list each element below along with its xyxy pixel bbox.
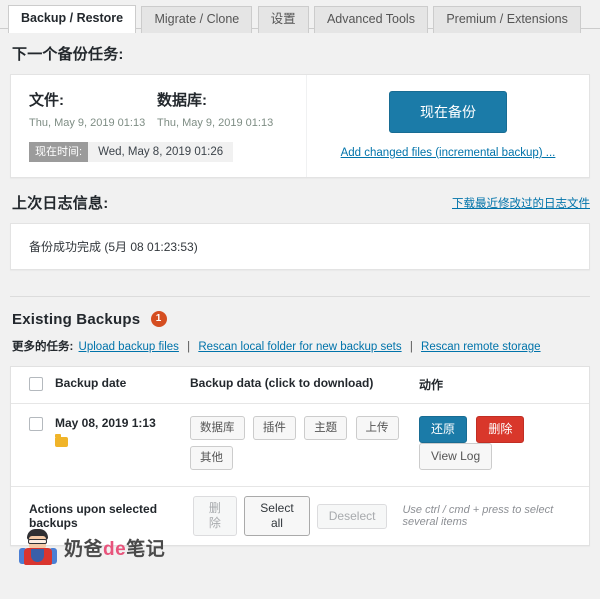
tab-settings[interactable]: 设置 (257, 6, 309, 33)
bulk-delete-button[interactable]: 删除 (192, 496, 238, 536)
existing-backups-heading: Existing Backups 1 (10, 297, 590, 338)
database-next-date: Thu, May 9, 2019 01:13 (157, 117, 274, 129)
rescan-local-folder-link[interactable]: Rescan local folder for new backup sets (198, 341, 401, 353)
bulk-actions-bar: Actions upon selected backups 删除 Select … (11, 486, 589, 545)
tab-migrate-clone[interactable]: Migrate / Clone (141, 6, 253, 33)
last-log-message-box: 备份成功完成 (5月 08 01:23:53) (10, 223, 590, 270)
last-log-heading: 上次日志信息: (12, 195, 109, 212)
incremental-backup-link[interactable]: Add changed files (incremental backup) .… (317, 147, 579, 159)
more-tasks-separator-2: | (409, 341, 413, 353)
column-header-backup-data: Backup data (click to download) (190, 376, 374, 390)
more-tasks-label: 更多的任务: (12, 341, 74, 353)
tab-advanced-tools[interactable]: Advanced Tools (313, 6, 428, 33)
next-backup-action-panel: 现在备份 Add changed files (incremental back… (307, 75, 589, 177)
row-select-cell (11, 416, 55, 434)
tab-bar: Backup / Restore Migrate / Clone 设置 Adva… (0, 0, 600, 33)
backup-date-value: May 08, 2019 1:13 (55, 416, 156, 430)
folder-icon (55, 434, 68, 447)
download-latest-log-link[interactable]: 下载最近修改过的日志文件 (452, 195, 590, 223)
files-label: 文件: (29, 92, 64, 109)
row-backup-data-cell: 数据库 插件 主题 上传 其他 (190, 416, 419, 476)
current-time-label: 现在时间: (29, 142, 89, 162)
row-actions-cell: 还原 删除 View Log (419, 416, 589, 470)
next-backup-card: 文件: Thu, May 9, 2019 01:13 数据库: Thu, May… (10, 74, 590, 178)
existing-backups-count-badge: 1 (150, 311, 167, 327)
deselect-button[interactable]: Deselect (316, 503, 388, 529)
existing-backups-table: Backup date Backup data (click to downlo… (10, 366, 590, 546)
download-uploads-button[interactable]: 上传 (355, 416, 399, 440)
last-log-section: 上次日志信息: 下载最近修改过的日志文件 备份成功完成 (5月 08 01:23… (0, 178, 600, 270)
select-all-header-cell (11, 376, 55, 394)
database-label: 数据库: (157, 92, 207, 109)
download-database-button[interactable]: 数据库 (190, 416, 245, 440)
tab-backup-restore[interactable]: Backup / Restore (8, 5, 137, 33)
next-backup-schedule-panel: 文件: Thu, May 9, 2019 01:13 数据库: Thu, May… (11, 75, 307, 177)
download-themes-button[interactable]: 主题 (304, 416, 348, 440)
column-header-actions: 动作 (419, 378, 444, 392)
tab-premium-extensions[interactable]: Premium / Extensions (433, 6, 581, 33)
restore-button[interactable]: 还原 (419, 416, 468, 443)
rescan-remote-storage-link[interactable]: Rescan remote storage (421, 341, 541, 353)
database-schedule-column: 数据库: Thu, May 9, 2019 01:13 (157, 89, 285, 130)
last-log-header-row: 上次日志信息: 下载最近修改过的日志文件 (10, 178, 590, 223)
files-schedule-column: 文件: Thu, May 9, 2019 01:13 (29, 89, 157, 130)
current-time-row: 现在时间: Wed, May 8, 2019 01:26 (29, 142, 234, 162)
select-all-checkbox[interactable] (29, 377, 43, 391)
column-header-backup-date: Backup date (55, 376, 127, 390)
table-row: May 08, 2019 1:13 数据库 插件 主题 上传 其他 还原 删除 … (11, 404, 589, 486)
more-tasks-row: 更多的任务: Upload backup files | Rescan loca… (10, 338, 590, 366)
row-checkbox[interactable] (29, 417, 43, 431)
upload-backup-files-link[interactable]: Upload backup files (79, 341, 179, 353)
current-time-value: Wed, May 8, 2019 01:26 (88, 142, 234, 162)
view-log-button[interactable]: View Log (419, 443, 493, 470)
files-next-date: Thu, May 9, 2019 01:13 (29, 117, 146, 129)
multi-select-hint: Use ctrl / cmd + press to select several… (402, 504, 554, 528)
existing-backups-title: Existing Backups (12, 311, 141, 328)
delete-button[interactable]: 删除 (476, 416, 525, 443)
select-all-button[interactable]: Select all (244, 496, 310, 536)
table-header-row: Backup date Backup data (click to downlo… (11, 367, 589, 404)
more-tasks-separator-1: | (187, 341, 191, 353)
bulk-actions-label: Actions upon selected backups (29, 502, 158, 530)
next-backup-section: 下一个备份任务: 文件: Thu, May 9, 2019 01:13 数据库:… (0, 29, 600, 178)
backup-now-button[interactable]: 现在备份 (389, 91, 507, 133)
last-log-message: 备份成功完成 (5月 08 01:23:53) (29, 240, 198, 254)
next-backup-heading: 下一个备份任务: (12, 46, 124, 63)
row-backup-date-cell: May 08, 2019 1:13 (55, 416, 190, 447)
download-others-button[interactable]: 其他 (190, 446, 233, 470)
download-plugins-button[interactable]: 插件 (252, 416, 296, 440)
existing-backups-section: Existing Backups 1 更多的任务: Upload backup … (0, 297, 600, 546)
